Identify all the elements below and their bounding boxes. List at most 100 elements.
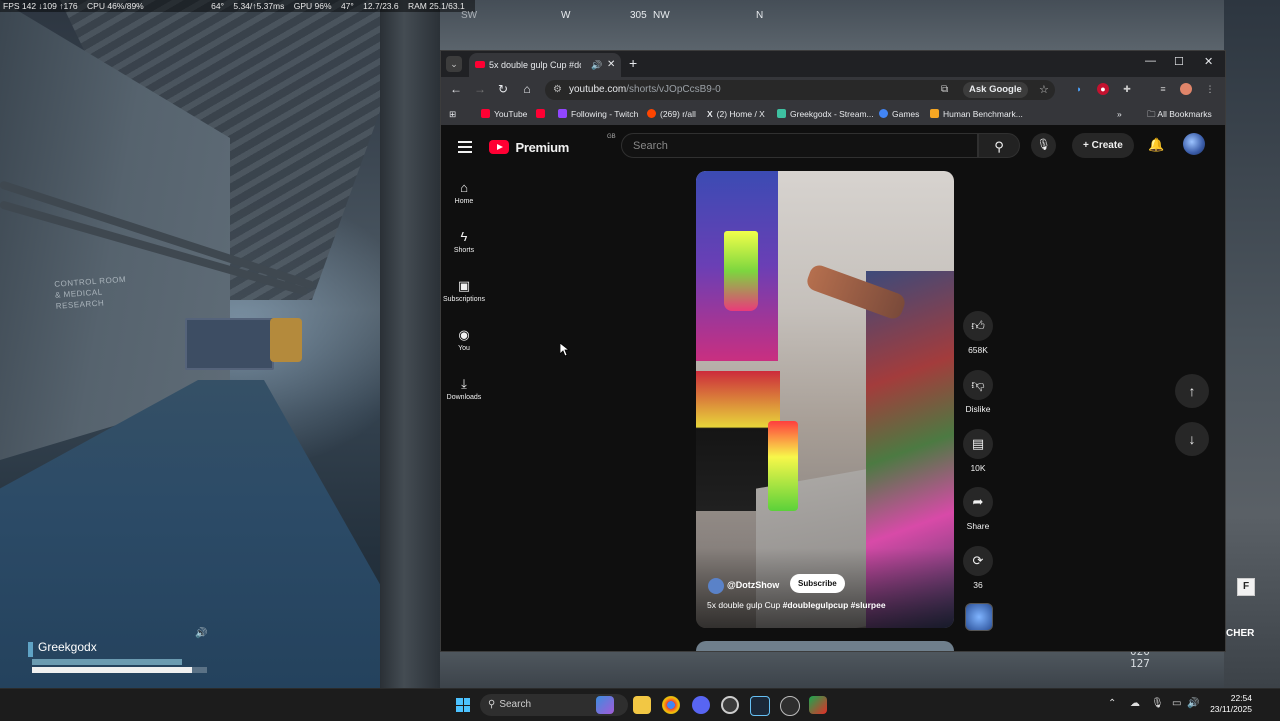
apps-grid-icon[interactable]: ⊞ bbox=[449, 103, 456, 125]
minimize-button[interactable]: — bbox=[1145, 55, 1156, 67]
microphone-icon[interactable]: 🎙 bbox=[1151, 698, 1164, 709]
next-short-preview[interactable] bbox=[696, 641, 954, 651]
app-c-icon[interactable] bbox=[721, 696, 739, 714]
cpu-readout: CPU 46%/89% bbox=[87, 1, 144, 11]
sound-thumbnail[interactable] bbox=[965, 603, 993, 631]
widget-icon[interactable] bbox=[596, 696, 614, 714]
sidebar-item-home[interactable]: ⌂ Home bbox=[441, 179, 487, 205]
search-input[interactable]: Search bbox=[621, 133, 978, 158]
youtube-premium-logo[interactable]: Premium GB bbox=[489, 134, 616, 157]
short-video-player[interactable]: @DotzShow Subscribe 5x double gulp Cup #… bbox=[696, 171, 954, 628]
bookmark-label: Human Benchmark... bbox=[943, 109, 1023, 119]
sidebar-label: Home bbox=[454, 198, 474, 205]
compass-n: N bbox=[756, 10, 764, 21]
home-icon[interactable]: ⌂ bbox=[519, 82, 535, 96]
discord-icon[interactable] bbox=[692, 696, 710, 714]
like-action[interactable]: 👍︎ 658K bbox=[961, 311, 995, 355]
youtube-play-icon bbox=[489, 140, 509, 154]
remix-count: 36 bbox=[973, 580, 983, 590]
install-app-icon[interactable]: ⧉ bbox=[941, 80, 948, 100]
game-scene-bottom bbox=[440, 650, 1224, 688]
app-timer-icon[interactable] bbox=[780, 696, 800, 716]
sidebar-item-subscriptions[interactable]: ▣ Subscriptions bbox=[441, 277, 487, 303]
all-bookmarks-label: All Bookmarks bbox=[1157, 109, 1212, 119]
onedrive-icon[interactable]: ☁ bbox=[1130, 698, 1140, 709]
remix-icon[interactable]: ⟳ bbox=[963, 546, 993, 576]
tab-close-icon[interactable]: ✕ bbox=[607, 53, 615, 77]
more-bookmarks-icon[interactable]: » bbox=[1117, 103, 1122, 125]
system-clock[interactable]: 22:54 23/11/2025 bbox=[1202, 693, 1252, 715]
extension-audio-icon[interactable]: ◗ bbox=[1073, 83, 1085, 95]
subscribe-button[interactable]: Subscribe bbox=[790, 574, 845, 593]
close-window-button[interactable]: ✕ bbox=[1204, 55, 1213, 68]
create-button[interactable]: + Create bbox=[1072, 133, 1134, 158]
wall-sign: CONTROL ROOM & MEDICAL RESEARCH bbox=[54, 274, 127, 311]
profile-avatar-icon[interactable] bbox=[1180, 83, 1192, 95]
bookmark-star-icon[interactable]: ☆ bbox=[1039, 80, 1049, 100]
bookmark-item[interactable]: Human Benchmark... bbox=[930, 103, 1023, 125]
thumbs-down-icon[interactable]: 👎︎ bbox=[963, 370, 993, 400]
sidebar-item-shorts[interactable]: ϟ Shorts bbox=[441, 228, 487, 254]
tab-active[interactable]: 5x double gulp Cup #doubl 🔊 ✕ bbox=[469, 53, 621, 77]
bookmark-item[interactable]: Following - Twitch bbox=[558, 103, 638, 125]
address-bar[interactable]: ⚙ youtube.com/shorts/vJOpCcsB9-0 ⧉ Ask G… bbox=[545, 80, 1055, 100]
channel-avatar bbox=[708, 577, 724, 594]
chrome-icon[interactable] bbox=[662, 696, 680, 714]
extension-adblock-icon[interactable]: ● bbox=[1097, 83, 1109, 95]
start-button[interactable] bbox=[456, 698, 470, 712]
armor-bar bbox=[32, 659, 182, 665]
bookmark-item[interactable]: X (2) Home / X bbox=[707, 103, 765, 125]
notifications-bell-icon[interactable]: 🔔 bbox=[1148, 137, 1164, 153]
clock-time: 22:54 bbox=[1230, 693, 1252, 703]
speaker-icon[interactable]: 🔊 bbox=[591, 53, 602, 77]
tab-search-button[interactable]: ⌄ bbox=[446, 56, 462, 72]
bookmark-label: Following - Twitch bbox=[571, 109, 639, 119]
reload-icon[interactable]: ↻ bbox=[495, 82, 511, 96]
short-title[interactable]: 5x double gulp Cup #doublegulpcup #slurp… bbox=[707, 600, 886, 610]
account-avatar[interactable] bbox=[1183, 133, 1205, 155]
new-tab-button[interactable]: + bbox=[629, 55, 637, 71]
file-explorer-icon[interactable] bbox=[633, 696, 651, 714]
network-icon[interactable]: ▭ bbox=[1172, 698, 1181, 709]
short-title-hashtags[interactable]: #doublegulpcup #slurpee bbox=[783, 600, 886, 610]
hamburger-menu-icon[interactable] bbox=[458, 141, 472, 156]
bookmark-item[interactable]: (269) r/all bbox=[647, 103, 696, 125]
volume-icon[interactable]: 🔊 bbox=[1187, 698, 1199, 709]
ask-google-button[interactable]: Ask Google bbox=[963, 82, 1028, 98]
channel-link[interactable]: @DotzShow bbox=[708, 576, 779, 594]
thumbs-up-icon[interactable]: 👍︎ bbox=[963, 311, 993, 341]
comments-action[interactable]: ▤ 10K bbox=[961, 429, 995, 473]
comment-icon[interactable]: ▤ bbox=[963, 429, 993, 459]
all-bookmarks-folder[interactable]: 🗀 All Bookmarks bbox=[1147, 103, 1212, 125]
dislike-action[interactable]: 👎︎ Dislike bbox=[961, 370, 995, 414]
url-path: /shorts/vJOpCcsB9-0 bbox=[626, 84, 721, 95]
search-button[interactable]: ⚲ bbox=[978, 133, 1020, 158]
arrow-up-icon: ↑ bbox=[1188, 383, 1196, 399]
sidebar-item-downloads[interactable]: ⤓ Downloads bbox=[441, 375, 487, 401]
x-icon: X bbox=[707, 109, 713, 119]
video-scene-stacked-cups bbox=[768, 421, 798, 511]
forward-icon[interactable]: → bbox=[472, 82, 488, 96]
compass-sw: SW bbox=[461, 10, 478, 21]
ammo-reserve: 127 bbox=[1130, 657, 1150, 670]
previous-short-button[interactable]: ↑ bbox=[1175, 374, 1209, 408]
share-icon[interactable]: ➦ bbox=[963, 487, 993, 517]
back-icon[interactable]: ← bbox=[448, 82, 464, 96]
bookmark-item[interactable] bbox=[536, 103, 549, 125]
share-action[interactable]: ➦ Share bbox=[961, 487, 995, 531]
maximize-button[interactable]: ☐ bbox=[1174, 55, 1184, 68]
site-info-icon[interactable]: ⚙ bbox=[553, 80, 562, 100]
bookmark-item[interactable]: Greekgodx - Stream... bbox=[777, 103, 874, 125]
bookmark-item[interactable]: YouTube bbox=[481, 103, 527, 125]
bookmark-item[interactable]: Games bbox=[879, 103, 919, 125]
voice-search-button[interactable]: 🎙 bbox=[1031, 133, 1056, 158]
tray-overflow-icon[interactable]: ⌃ bbox=[1108, 698, 1116, 709]
next-short-button[interactable]: ↓ bbox=[1175, 422, 1209, 456]
app-game-icon[interactable] bbox=[809, 696, 827, 714]
sidebar-item-you[interactable]: ◉ You bbox=[441, 326, 487, 352]
media-control-icon[interactable]: ≡ bbox=[1157, 83, 1169, 95]
remix-action[interactable]: ⟳ 36 bbox=[961, 546, 995, 590]
steam-icon[interactable] bbox=[750, 696, 770, 716]
browser-menu-icon[interactable]: ⋮ bbox=[1204, 83, 1216, 95]
extensions-puzzle-icon[interactable]: ✚ bbox=[1121, 83, 1133, 95]
